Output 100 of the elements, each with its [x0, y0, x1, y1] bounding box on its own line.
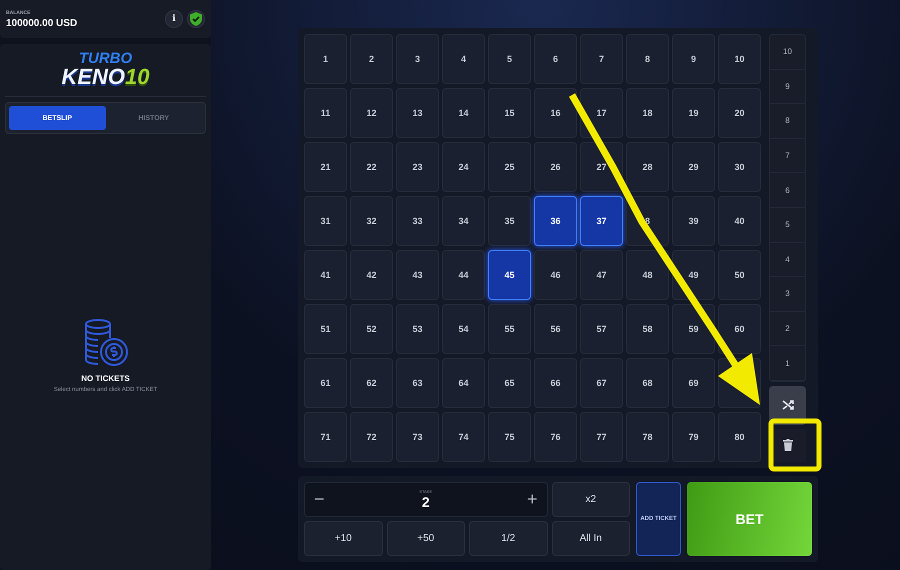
hit-count: 3 [770, 277, 805, 312]
number-cell[interactable]: 67 [580, 358, 623, 408]
number-cell[interactable]: 15 [488, 88, 531, 138]
number-cell[interactable]: 47 [580, 250, 623, 300]
shield-button[interactable] [187, 10, 205, 28]
stake-button[interactable]: +50 [386, 521, 465, 556]
number-cell[interactable]: 23 [396, 142, 439, 192]
number-cell[interactable]: 7 [580, 34, 623, 84]
number-cell[interactable]: 19 [672, 88, 715, 138]
shuffle-icon [782, 399, 794, 412]
number-cell[interactable]: 18 [626, 88, 669, 138]
stake-button[interactable]: x2 [552, 482, 630, 517]
hit-count: 4 [770, 242, 805, 278]
number-cell[interactable]: 44 [442, 250, 485, 300]
number-cell[interactable]: 28 [626, 142, 669, 192]
number-cell[interactable]: 34 [442, 196, 485, 246]
number-cell[interactable]: 8 [626, 34, 669, 84]
number-cell[interactable]: 6 [534, 34, 577, 84]
number-cell[interactable]: 61 [304, 358, 347, 408]
number-cell[interactable]: 79 [672, 412, 715, 462]
stake-button[interactable]: All In [552, 521, 630, 556]
number-cell[interactable]: 46 [534, 250, 577, 300]
number-cell[interactable]: 14 [442, 88, 485, 138]
number-cell[interactable]: 74 [442, 412, 485, 462]
number-cell[interactable]: 10 [718, 34, 761, 84]
number-cell[interactable]: 77 [580, 412, 623, 462]
number-cell[interactable]: 50 [718, 250, 761, 300]
number-cell[interactable]: 68 [626, 358, 669, 408]
stake-button[interactable]: 1/2 [469, 521, 548, 556]
number-cell[interactable]: 16 [534, 88, 577, 138]
number-cell[interactable]: 66 [534, 358, 577, 408]
highlight-box [768, 418, 822, 472]
number-cell[interactable]: 53 [396, 304, 439, 354]
number-cell[interactable]: 13 [396, 88, 439, 138]
number-cell[interactable]: 52 [350, 304, 393, 354]
hit-count: 9 [770, 70, 805, 104]
number-cell[interactable]: 45 [488, 250, 531, 300]
number-cell[interactable]: 21 [304, 142, 347, 192]
number-cell[interactable]: 5 [488, 34, 531, 84]
number-cell[interactable]: 24 [442, 142, 485, 192]
hit-count: 5 [770, 208, 805, 243]
plus-button[interactable]: + [524, 489, 540, 510]
number-cell[interactable]: 55 [488, 304, 531, 354]
number-cell[interactable]: 69 [672, 358, 715, 408]
hit-count: 1 [770, 346, 805, 381]
number-cell[interactable]: 71 [304, 412, 347, 462]
number-cell[interactable]: 40 [718, 196, 761, 246]
number-cell[interactable]: 4 [442, 34, 485, 84]
number-cell[interactable]: 32 [350, 196, 393, 246]
number-cell[interactable]: 58 [626, 304, 669, 354]
number-cell[interactable]: 29 [672, 142, 715, 192]
number-cell[interactable]: 43 [396, 250, 439, 300]
number-cell[interactable]: 35 [488, 196, 531, 246]
number-cell[interactable]: 65 [488, 358, 531, 408]
info-button[interactable]: i [165, 10, 183, 28]
number-cell[interactable]: 54 [442, 304, 485, 354]
number-cell[interactable]: 33 [396, 196, 439, 246]
number-cell[interactable]: 75 [488, 412, 531, 462]
number-cell[interactable]: 1 [304, 34, 347, 84]
number-cell[interactable]: 2 [350, 34, 393, 84]
number-cell[interactable]: 9 [672, 34, 715, 84]
number-cell[interactable]: 26 [534, 142, 577, 192]
number-cell[interactable]: 56 [534, 304, 577, 354]
stake-button[interactable]: +10 [304, 521, 382, 556]
hit-count: 6 [770, 173, 805, 208]
number-cell[interactable]: 64 [442, 358, 485, 408]
number-cell[interactable]: 31 [304, 196, 347, 246]
number-cell[interactable]: 62 [350, 358, 393, 408]
number-cell[interactable]: 76 [534, 412, 577, 462]
number-cell[interactable]: 30 [718, 142, 761, 192]
hit-count: 7 [770, 138, 805, 174]
number-cell[interactable]: 48 [626, 250, 669, 300]
number-cell[interactable]: 78 [626, 412, 669, 462]
number-cell[interactable]: 80 [718, 412, 761, 462]
hit-count: 8 [770, 104, 805, 139]
logo-text: KENO [61, 66, 126, 88]
number-cell[interactable]: 63 [396, 358, 439, 408]
coins-icon [82, 318, 128, 368]
number-cell[interactable]: 73 [396, 412, 439, 462]
number-cell[interactable]: 11 [304, 88, 347, 138]
logo-number: 10 [125, 66, 150, 88]
hit-count: 10 [770, 35, 805, 70]
empty-title: NO TICKETS [81, 374, 130, 383]
number-cell[interactable]: 25 [488, 142, 531, 192]
number-cell[interactable]: 57 [580, 304, 623, 354]
number-cell[interactable]: 72 [350, 412, 393, 462]
number-cell[interactable]: 3 [396, 34, 439, 84]
number-cell[interactable]: 42 [350, 250, 393, 300]
number-cell[interactable]: 20 [718, 88, 761, 138]
number-cell[interactable]: 39 [672, 196, 715, 246]
minus-button[interactable]: − [311, 489, 328, 510]
number-cell[interactable]: 60 [718, 304, 761, 354]
number-cell[interactable]: 22 [350, 142, 393, 192]
balance-amount: 100000.00 USD [6, 18, 78, 28]
number-cell[interactable]: 37 [580, 196, 623, 246]
number-cell[interactable]: 12 [350, 88, 393, 138]
number-cell[interactable]: 51 [304, 304, 347, 354]
hit-count: 2 [770, 312, 805, 346]
number-cell[interactable]: 36 [534, 196, 577, 246]
number-cell[interactable]: 41 [304, 250, 347, 300]
